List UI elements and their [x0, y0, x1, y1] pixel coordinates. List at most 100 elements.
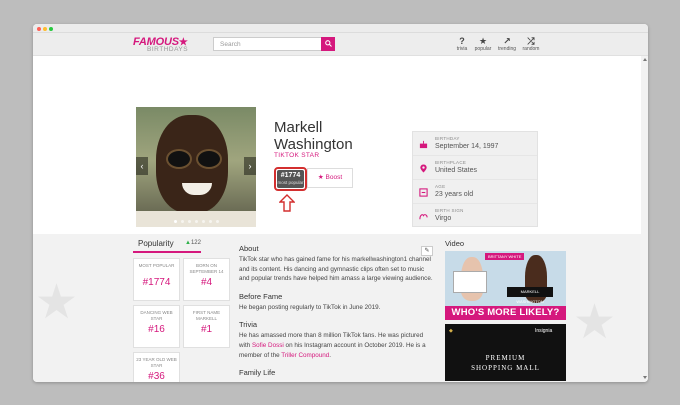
thumbnail-banner: WHO'S MORE LIKELY?	[445, 306, 566, 320]
age-icon	[419, 188, 428, 197]
fact-label: BIRTHDAY	[435, 136, 460, 141]
zodiac-icon	[419, 214, 428, 220]
ad-logo-icon: ◆	[449, 328, 453, 334]
rank-card[interactable]: FIRST NAME MARKELL #1	[183, 305, 230, 348]
search-icon	[324, 40, 332, 47]
fact-label: AGE	[435, 184, 446, 189]
carousel-dot[interactable]	[174, 220, 177, 223]
carousel-dot[interactable]	[195, 220, 198, 223]
carousel-dot[interactable]	[188, 220, 191, 223]
sunglasses-left	[166, 149, 192, 169]
carousel-dot[interactable]	[181, 220, 184, 223]
rank-card-label: 23 YEAR OLD WEB STAR	[136, 357, 177, 368]
boost-label: Boost	[325, 174, 343, 181]
about-column: About TikTok star who has gained fame fo…	[239, 244, 435, 379]
thumbnail-name-board: MARKELL WASHINGTON	[507, 287, 553, 304]
photo-next-arrow-icon[interactable]: ›	[244, 157, 256, 175]
profile-role[interactable]: TIKTOK STAR	[274, 152, 319, 159]
rank-card[interactable]: MOST POPULAR #1774	[133, 258, 180, 301]
scrollbar[interactable]	[641, 56, 648, 382]
minimize-dot[interactable]	[43, 26, 47, 31]
rank-card[interactable]: DANCING WEB STAR #16	[133, 305, 180, 348]
rank-number: #1774	[280, 172, 301, 179]
fact-label: BIRTH SIGN	[435, 208, 464, 213]
rank-card-label: BORN ON SEPTEMBER 14	[189, 263, 224, 274]
carousel-dot[interactable]	[202, 220, 205, 223]
search-button[interactable]	[321, 37, 335, 51]
popularity-title: Popularity	[138, 239, 174, 248]
about-text: TikTok star who has gained fame for his …	[239, 256, 433, 283]
location-pin-icon	[420, 164, 427, 173]
fact-label: BIRTHPLACE	[435, 160, 467, 165]
facts-panel: BIRTHDAY September 14, 1997 BIRTHPLACE U…	[412, 131, 538, 227]
about-title: About	[239, 244, 259, 253]
thumbnail-board	[453, 271, 487, 293]
first-name: Markell	[274, 119, 323, 136]
nav-trivia-label: trivia	[456, 46, 468, 52]
fact-value: September 14, 1997	[435, 143, 499, 150]
rank-card[interactable]: 23 YEAR OLD WEB STAR #36	[133, 352, 180, 382]
triller-compound-link[interactable]: Triller Compound	[281, 352, 329, 359]
fact-age[interactable]: AGE 23 years old	[413, 180, 537, 204]
rank-card-label: FIRST NAME MARKELL	[192, 310, 221, 321]
nav-random[interactable]: ⤮ random	[519, 36, 543, 52]
profile-photo[interactable]: ‹ ›	[136, 107, 256, 227]
background-star-icon: ★	[35, 276, 79, 329]
ad-thumbnail[interactable]: ◆ Insignia PREMIUM SHOPPING MALL	[445, 324, 566, 381]
sofie-dossi-link[interactable]: Sofie Dossi	[252, 342, 284, 349]
search-input[interactable]: Search	[213, 37, 335, 51]
rank-card-label: MOST POPULAR	[138, 263, 175, 268]
content-section: ★ ★ Popularity ▲122 MOST POPULAR #1774 B…	[33, 234, 641, 382]
popularity-header: Popularity ▲122	[133, 239, 201, 253]
nav-random-label: random	[522, 46, 540, 52]
boost-star-icon: ★	[317, 174, 324, 181]
trivia-title: Trivia	[239, 320, 258, 330]
shuffle-icon: ⤮	[527, 36, 535, 46]
carousel-dot[interactable]	[209, 220, 212, 223]
fact-birth-sign[interactable]: BIRTH SIGN Virgo	[413, 204, 537, 228]
family-life-title: Family Life	[239, 368, 276, 378]
nav-trending[interactable]: ↗ trending	[495, 36, 519, 52]
thumbnail-badge: BRITTANY WHITE	[485, 253, 525, 260]
site-header: FAMOUS★ BIRTHDAYS Search ? trivia ★ popula…	[33, 33, 648, 56]
scroll-up-icon[interactable]	[643, 58, 647, 61]
profile-hero: ‹ › Markell Washington TIKTOK STAR #1774…	[33, 56, 641, 234]
rank-card-value: #36	[148, 371, 165, 382]
rank-badge[interactable]: #1774 most popular	[274, 167, 307, 191]
close-dot[interactable]	[37, 26, 41, 31]
video-column: Video MARKELL WASHINGTON BRITTANY WHITE …	[445, 239, 567, 381]
sunglasses-right	[196, 149, 222, 169]
photo-carousel-dots	[174, 220, 219, 223]
before-fame-text: He began posting regularly to TikTok in …	[239, 303, 381, 311]
rank-card-label: DANCING WEB STAR	[140, 310, 173, 321]
photo-prev-arrow-icon[interactable]: ‹	[136, 157, 148, 175]
fact-birthplace[interactable]: BIRTHPLACE United States	[413, 156, 537, 180]
maximize-dot[interactable]	[49, 26, 53, 31]
popularity-count-value: 122	[190, 240, 201, 246]
edit-pencil-icon[interactable]: ✎	[421, 246, 433, 256]
nav-popular[interactable]: ★ popular	[471, 36, 495, 52]
video-title: Video	[445, 239, 465, 248]
popularity-count: ▲122	[185, 240, 201, 246]
boost-button[interactable]: ★ Boost	[307, 168, 353, 188]
logo-text-bottom: BIRTHDAYS	[147, 46, 189, 53]
cake-icon	[419, 140, 428, 149]
fact-birthday[interactable]: BIRTHDAY September 14, 1997	[413, 132, 537, 156]
rank-card-value: #16	[148, 324, 165, 335]
star-icon: ★	[478, 36, 488, 46]
video-thumbnail[interactable]: MARKELL WASHINGTON BRITTANY WHITE WHO'S …	[445, 251, 566, 320]
site-logo[interactable]: FAMOUS★ BIRTHDAYS	[133, 37, 188, 54]
trivia-text: He has amassed more than 8 million TikTo…	[239, 331, 435, 360]
carousel-dot[interactable]	[216, 220, 219, 223]
up-arrow-annotation-icon	[279, 194, 295, 212]
window-chrome	[33, 24, 648, 33]
rank-card[interactable]: BORN ON SEPTEMBER 14 #4	[183, 258, 230, 301]
popularity-column: Popularity ▲122 MOST POPULAR #1774 BORN …	[133, 239, 231, 382]
profile-name: Markell Washington	[274, 119, 353, 153]
browser-window: FAMOUS★ BIRTHDAYS Search ? trivia ★ popula…	[33, 24, 648, 382]
rank-card-value: #1	[200, 324, 213, 335]
rank-card-value: #4	[200, 277, 213, 288]
scroll-down-icon[interactable]	[643, 376, 647, 379]
ad-brand: Insignia	[535, 328, 553, 334]
ad-text-line1: PREMIUM	[485, 354, 526, 362]
